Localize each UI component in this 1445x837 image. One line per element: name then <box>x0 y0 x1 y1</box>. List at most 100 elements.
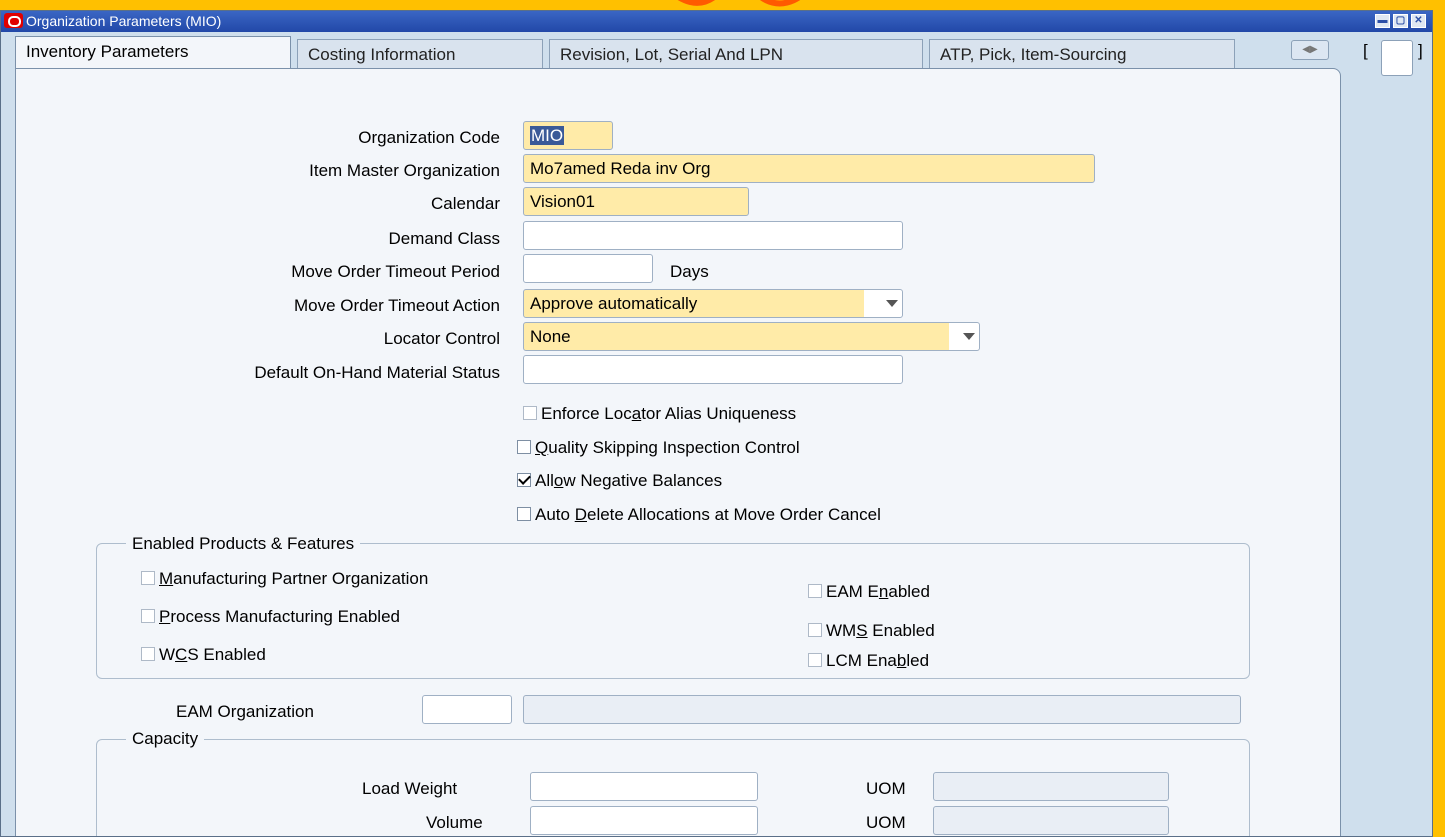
demand-class-field[interactable] <box>523 221 903 250</box>
checkbox-box[interactable] <box>141 571 155 585</box>
process-manufacturing-checkbox[interactable]: Process Manufacturing Enabled <box>141 607 400 627</box>
checkbox-box[interactable] <box>517 507 531 521</box>
label-part: All <box>535 471 554 490</box>
tab-label: Costing Information <box>308 45 456 64</box>
organization-code-value: MIO <box>530 126 565 145</box>
checkbox-box[interactable] <box>808 623 822 637</box>
label-part: rocess Manufacturing Enabled <box>170 607 400 626</box>
label-part: Auto <box>535 505 575 524</box>
label-part: S Enabled <box>187 645 266 664</box>
label-mnemonic: S <box>856 621 868 640</box>
manufacturing-partner-checkbox[interactable]: Manufacturing Partner Organization <box>141 569 428 589</box>
checkbox-label: Manufacturing Partner Organization <box>159 569 428 588</box>
allow-negative-balances-checkbox[interactable]: Allow Negative Balances <box>517 471 722 491</box>
label-mnemonic: o <box>553 471 564 490</box>
move-order-timeout-period-label: Move Order Timeout Period <box>291 262 500 281</box>
checkbox-label: WMS Enabled <box>826 621 935 640</box>
label-mnemonic: D <box>574 505 587 524</box>
chevron-down-icon[interactable] <box>886 300 898 307</box>
label-mnemonic: Q <box>535 438 549 457</box>
label-part: w Negative Balances <box>563 471 723 490</box>
label-part: EAM E <box>826 582 879 601</box>
label-mnemonic: C <box>175 645 188 664</box>
load-weight-field[interactable] <box>530 772 758 801</box>
label-mnemonic: M <box>159 569 174 588</box>
capacity-title: Capacity <box>126 729 205 749</box>
move-order-timeout-action-value: Approve automatically <box>530 294 698 313</box>
calendar-label: Calendar <box>431 194 500 213</box>
item-master-organization-field[interactable]: Mo7amed Reda inv Org <box>523 154 1095 183</box>
checkbox-box[interactable] <box>141 609 155 623</box>
checkbox-box-checked[interactable] <box>517 473 531 487</box>
auto-delete-allocations-checkbox[interactable]: Auto Delete Allocations at Move Order Ca… <box>517 505 881 525</box>
eam-organization-label: EAM Organization <box>176 702 314 721</box>
tab-label: Revision, Lot, Serial And LPN <box>560 45 784 64</box>
checkbox-box[interactable] <box>517 440 531 454</box>
tab-atp-pick-item-sourcing[interactable]: ATP, Pick, Item-Sourcing <box>929 39 1235 68</box>
checkbox-box[interactable] <box>523 406 537 420</box>
organization-code-field[interactable]: MIO <box>523 121 613 150</box>
volume-uom-field[interactable] <box>933 806 1169 835</box>
checkbox-box[interactable] <box>808 584 822 598</box>
checkbox-label: Auto Delete Allocations at Move Order Ca… <box>535 505 881 524</box>
label-part: WM <box>826 621 857 640</box>
label-mnemonic: n <box>878 582 889 601</box>
label-part: W <box>159 645 176 664</box>
label-part: Enforce Loc <box>541 404 632 423</box>
label-mnemonic: P <box>159 607 171 626</box>
calendar-field[interactable]: Vision01 <box>523 187 749 216</box>
inventory-parameters-panel: Organization Code MIO Item Master Organi… <box>15 68 1341 836</box>
days-label: Days <box>670 262 709 281</box>
checkbox-label: Quality Skipping Inspection Control <box>535 438 800 457</box>
tab-index-field[interactable] <box>1381 40 1413 76</box>
wcs-enabled-checkbox[interactable]: WCS Enabled <box>141 645 266 665</box>
checkbox-label: Allow Negative Balances <box>535 471 722 490</box>
label-part: Enabled <box>867 621 935 640</box>
enforce-locator-alias-checkbox[interactable]: Enforce Locator Alias Uniqueness <box>523 404 796 424</box>
locator-control-label: Locator Control <box>383 329 500 348</box>
load-weight-uom-label: UOM <box>866 779 906 798</box>
eam-organization-field[interactable] <box>422 695 512 724</box>
checkbox-label: Enforce Locator Alias Uniqueness <box>541 404 796 423</box>
eam-enabled-checkbox[interactable]: EAM Enabled <box>808 582 930 602</box>
label-part: led <box>906 651 930 670</box>
eam-organization-description-field <box>523 695 1241 724</box>
tab-revision-lot-serial-lpn[interactable]: Revision, Lot, Serial And LPN <box>549 39 923 68</box>
close-icon[interactable]: ✕ <box>1411 14 1426 28</box>
checkbox-box[interactable] <box>808 653 822 667</box>
label-part: abled <box>888 582 930 601</box>
wms-enabled-checkbox[interactable]: WMS Enabled <box>808 621 935 641</box>
tab-bracket-close: ] <box>1418 41 1423 60</box>
label-part: elete Allocations at Move Order Cancel <box>586 505 881 524</box>
label-mnemonic: b <box>896 651 907 670</box>
move-order-timeout-period-field[interactable] <box>523 254 653 283</box>
tab-scroll-arrows-icon[interactable]: ◀▶ <box>1291 40 1329 60</box>
volume-label: Volume <box>426 813 483 832</box>
checkbox-label: LCM Enabled <box>826 651 929 670</box>
default-onhand-status-label: Default On-Hand Material Status <box>254 363 500 382</box>
label-part: uality Skipping Inspection Control <box>548 438 800 457</box>
chevron-down-icon[interactable] <box>963 333 975 340</box>
move-order-timeout-action-select[interactable]: Approve automatically <box>523 289 903 318</box>
oracle-logo-icon <box>4 13 23 28</box>
volume-field[interactable] <box>530 806 758 835</box>
checkbox-box[interactable] <box>141 647 155 661</box>
maximize-icon[interactable]: ▢ <box>1393 14 1408 28</box>
title-bar: Organization Parameters (MIO) ▬ ▢ ✕ <box>1 11 1432 32</box>
tab-inventory-parameters[interactable]: Inventory Parameters <box>15 36 291 69</box>
move-order-timeout-action-label: Move Order Timeout Action <box>294 296 500 315</box>
minimize-icon[interactable]: ▬ <box>1375 14 1390 28</box>
default-onhand-status-field[interactable] <box>523 355 903 384</box>
tab-bracket-open: [ <box>1363 41 1368 60</box>
load-weight-uom-field[interactable] <box>933 772 1169 801</box>
quality-skipping-checkbox[interactable]: Quality Skipping Inspection Control <box>517 438 800 458</box>
tab-costing-information[interactable]: Costing Information <box>297 39 543 68</box>
locator-control-select[interactable]: None <box>523 322 980 351</box>
organization-parameters-window: Organization Parameters (MIO) ▬ ▢ ✕ Inve… <box>0 10 1433 837</box>
checkbox-label: Process Manufacturing Enabled <box>159 607 400 626</box>
organization-code-label: Organization Code <box>358 128 500 147</box>
demand-class-label: Demand Class <box>388 229 501 248</box>
label-mnemonic: a <box>631 404 642 423</box>
lcm-enabled-checkbox[interactable]: LCM Enabled <box>808 651 929 671</box>
label-part: LCM Ena <box>826 651 897 670</box>
